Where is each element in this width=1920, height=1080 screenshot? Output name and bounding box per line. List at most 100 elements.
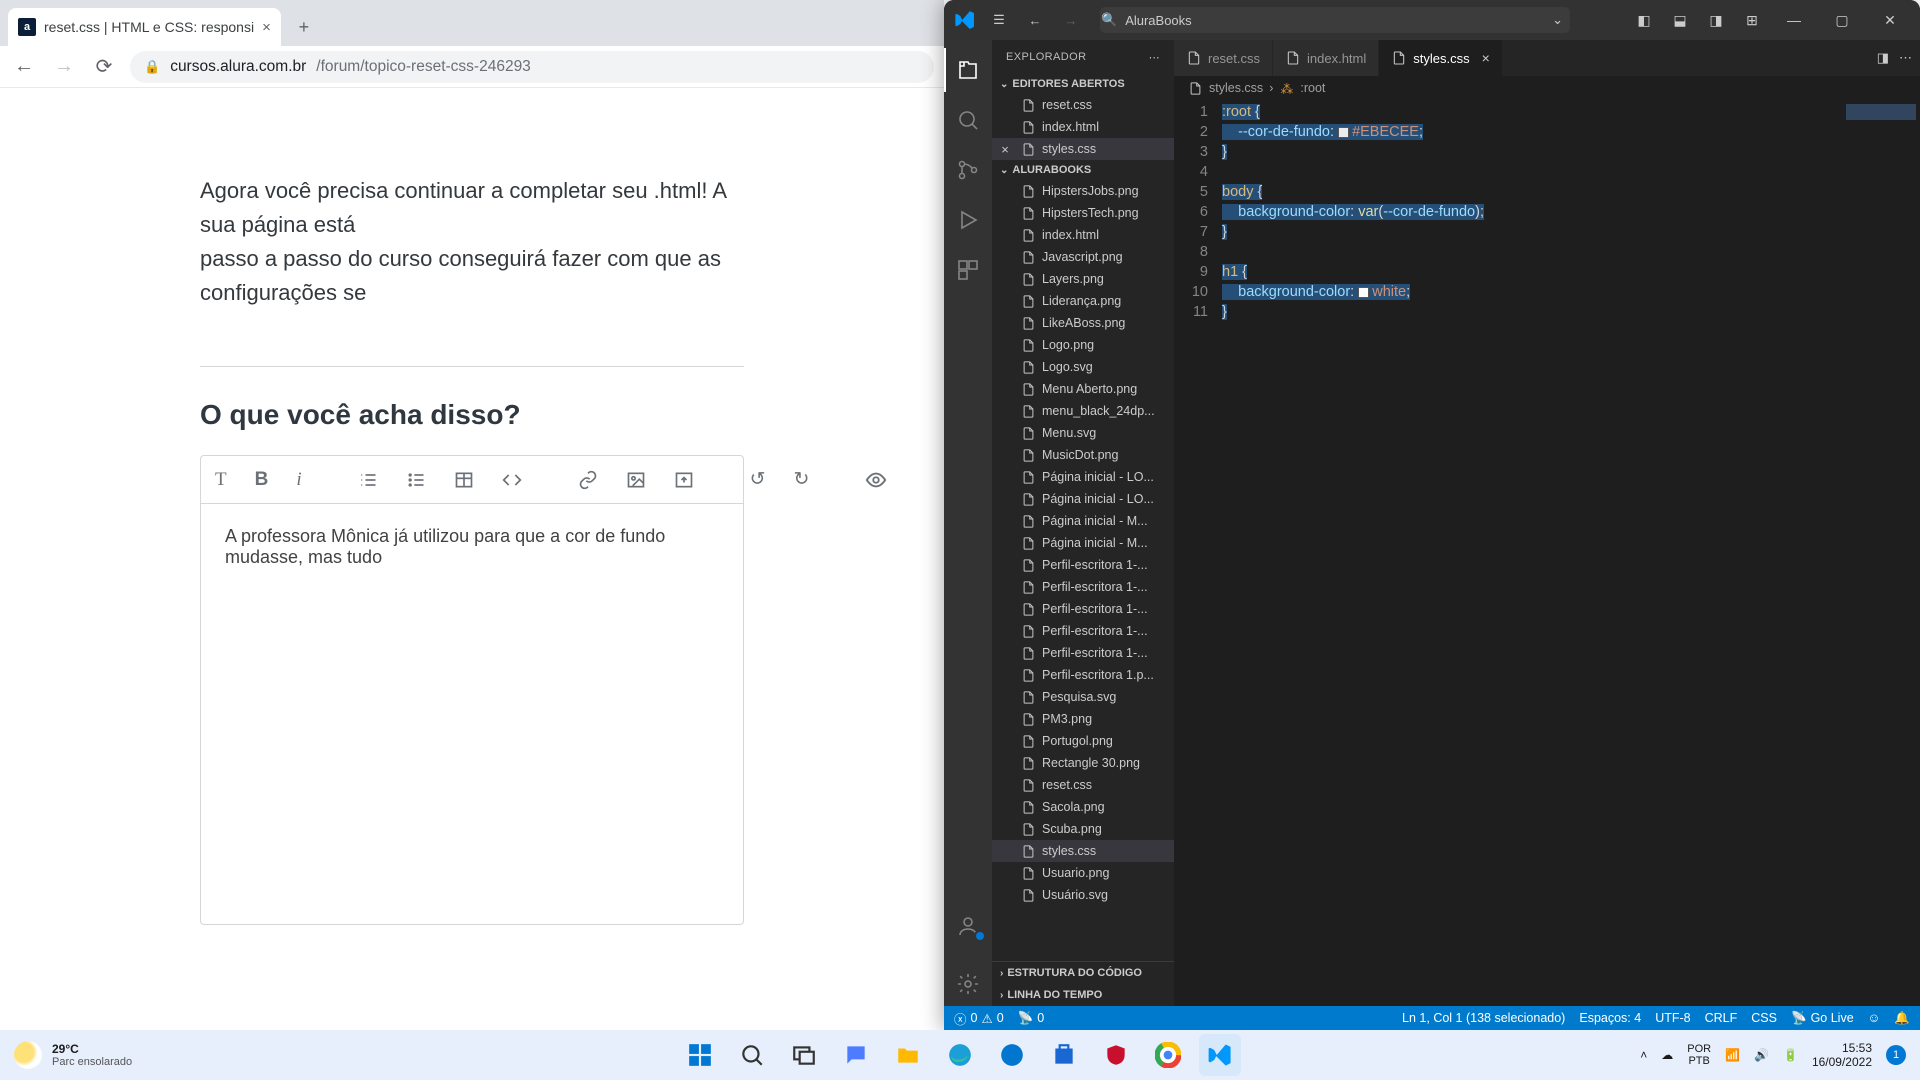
status-ports[interactable]: 📡0 [1018,1011,1045,1026]
tree-item[interactable]: Perfil-escritora 1-... [992,642,1174,664]
address-bar[interactable]: 🔒 cursos.alura.com.br/forum/topico-reset… [130,51,934,83]
chrome-tab[interactable]: a reset.css | HTML e CSS: responsi × [8,8,281,46]
tree-item[interactable]: Logo.png [992,334,1174,356]
close-button[interactable]: ✕ [1868,4,1912,36]
forward-button[interactable]: → [50,53,78,81]
tray-notification-badge[interactable]: 1 [1886,1045,1906,1065]
tree-item[interactable]: HipstersJobs.png [992,180,1174,202]
tree-item[interactable]: Perfil-escritora 1-... [992,598,1174,620]
project-section[interactable]: ⌄ALURABOOKS [992,160,1174,180]
open-editor-item[interactable]: reset.css [992,94,1174,116]
taskbar-chat-icon[interactable] [835,1034,877,1076]
tree-item[interactable]: Pesquisa.svg [992,686,1174,708]
preview-icon[interactable] [865,468,887,492]
tree-item[interactable]: Perfil-escritora 1.p... [992,664,1174,686]
tree-item[interactable]: Perfil-escritora 1-... [992,554,1174,576]
tree-item[interactable]: Sacola.png [992,796,1174,818]
tree-item[interactable]: Usuário.svg [992,884,1174,906]
status-feedback-icon[interactable]: ☺ [1868,1011,1881,1025]
tree-item[interactable]: Página inicial - LO... [992,488,1174,510]
tree-item[interactable]: Portugol.png [992,730,1174,752]
tree-item[interactable]: Menu Aberto.png [992,378,1174,400]
link-icon[interactable] [578,468,598,492]
tree-item[interactable]: Página inicial - M... [992,510,1174,532]
status-golive[interactable]: 📡Go Live [1791,1011,1854,1026]
image-upload-icon[interactable] [674,468,694,492]
text-tool-icon[interactable]: T [215,468,227,492]
task-view-icon[interactable] [783,1034,825,1076]
activity-settings-icon[interactable] [944,962,992,1006]
weather-widget[interactable]: 29°C Parc ensolarado [14,1041,132,1069]
editor-tab[interactable]: index.html [1273,40,1379,76]
new-tab-button[interactable]: + [289,12,319,42]
tray-wifi-icon[interactable]: 📶 [1725,1048,1740,1062]
activity-search-icon[interactable] [944,98,992,142]
ordered-list-icon[interactable] [358,468,378,492]
tree-item[interactable]: menu_black_24dp... [992,400,1174,422]
tree-item[interactable]: Liderança.png [992,290,1174,312]
status-cursor[interactable]: Ln 1, Col 1 (138 selecionado) [1402,1011,1565,1025]
status-encoding[interactable]: UTF-8 [1655,1011,1690,1025]
command-center[interactable]: 🔍 AluraBooks ⌄ [1100,7,1570,33]
tree-item[interactable]: Rectangle 30.png [992,752,1174,774]
tray-onedrive-icon[interactable]: ☁ [1661,1048,1673,1062]
taskbar-explorer-icon[interactable] [887,1034,929,1076]
taskbar-dell-icon[interactable] [991,1034,1033,1076]
split-editor-icon[interactable]: ◨ [1877,50,1889,66]
open-editors-section[interactable]: ⌄EDITORES ABERTOS [992,74,1174,94]
unordered-list-icon[interactable] [406,468,426,492]
open-editor-item[interactable]: index.html [992,116,1174,138]
activity-explorer-icon[interactable] [944,48,992,92]
tree-item[interactable]: MusicDot.png [992,444,1174,466]
reload-button[interactable]: ⟳ [90,53,118,81]
undo-icon[interactable]: ↺ [750,468,766,492]
taskbar-store-icon[interactable] [1043,1034,1085,1076]
close-icon[interactable]: × [1482,50,1490,66]
open-editor-item[interactable]: ×styles.css [992,138,1174,160]
tree-item[interactable]: Scuba.png [992,818,1174,840]
back-button[interactable]: ← [10,53,38,81]
status-bell-icon[interactable]: 🔔 [1894,1011,1910,1026]
taskbar-edge-icon[interactable] [939,1034,981,1076]
code-editor[interactable]: 1234567891011 :root { --cor-de-fundo: #E… [1174,100,1920,1006]
tray-chevron-icon[interactable]: ˄ [1640,1048,1647,1062]
tree-item[interactable]: Menu.svg [992,422,1174,444]
status-language[interactable]: CSS [1751,1011,1777,1025]
tree-item[interactable]: styles.css [992,840,1174,862]
status-eol[interactable]: CRLF [1705,1011,1738,1025]
tree-item[interactable]: Perfil-escritora 1-... [992,576,1174,598]
nav-back-icon[interactable]: ← [1020,5,1050,35]
menu-icon[interactable]: ☰ [984,5,1014,35]
editor-body[interactable]: A professora Mônica já utilizou para que… [201,504,743,590]
tree-item[interactable]: HipstersTech.png [992,202,1174,224]
tree-item[interactable]: Página inicial - LO... [992,466,1174,488]
start-button[interactable] [679,1034,721,1076]
minimize-button[interactable]: — [1772,4,1816,36]
image-icon[interactable] [626,468,646,492]
editor-tab[interactable]: reset.css [1174,40,1273,76]
tree-item[interactable]: Página inicial - M... [992,532,1174,554]
activity-scm-icon[interactable] [944,148,992,192]
table-icon[interactable] [454,468,474,492]
editor-tab[interactable]: styles.css× [1379,40,1503,76]
tray-battery-icon[interactable]: 🔋 [1783,1048,1798,1062]
code-icon[interactable] [502,468,522,492]
tree-item[interactable]: Usuario.png [992,862,1174,884]
tree-item[interactable]: Perfil-escritora 1-... [992,620,1174,642]
layout-right-icon[interactable]: ◨ [1700,4,1732,36]
more-icon[interactable]: ⋯ [1899,50,1912,66]
layout-bottom-icon[interactable]: ⬓ [1664,4,1696,36]
activity-account-icon[interactable] [944,904,992,948]
tree-item[interactable]: reset.css [992,774,1174,796]
tree-item[interactable]: index.html [992,224,1174,246]
layout-left-icon[interactable]: ◧ [1628,4,1660,36]
breadcrumbs[interactable]: styles.css › ⁂ :root [1174,76,1920,100]
more-icon[interactable]: ⋯ [1149,51,1160,64]
bold-icon[interactable]: B [255,468,269,492]
taskbar-mcafee-icon[interactable] [1095,1034,1137,1076]
nav-forward-icon[interactable]: → [1056,5,1086,35]
redo-icon[interactable]: ↻ [794,468,810,492]
tree-item[interactable]: Layers.png [992,268,1174,290]
activity-extensions-icon[interactable] [944,248,992,292]
tree-item[interactable]: PM3.png [992,708,1174,730]
